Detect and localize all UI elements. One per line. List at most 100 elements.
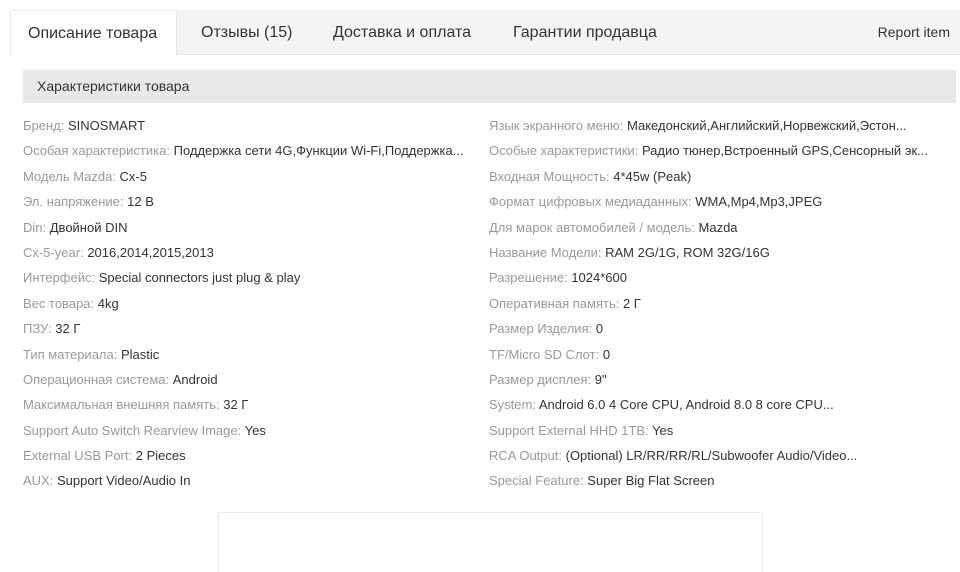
spec-row: Операционная система: Android xyxy=(23,367,483,392)
spec-key: Формат цифровых медиаданных: xyxy=(489,194,692,210)
spec-value: Поддержка сети 4G,Функции Wi-Fi,Поддержк… xyxy=(173,143,464,159)
spec-row: Cx-5-year: 2016,2014,2015,2013 xyxy=(23,240,483,265)
tab-reviews[interactable]: Отзывы (15) xyxy=(201,10,293,55)
spec-key: Support Auto Switch Rearview Image: xyxy=(23,422,242,438)
spec-row: Интерфейс: Special connectors just plug … xyxy=(23,265,483,290)
specs-right-column: Язык экранного меню: Македонский,Английс… xyxy=(489,113,939,494)
spec-key: Язык экранного меню: xyxy=(489,118,624,133)
spec-row: Максимальная внешняя память: 32 Г xyxy=(23,392,483,417)
tab-description[interactable]: Описание товара xyxy=(10,10,178,56)
spec-key: Максимальная внешняя память: xyxy=(23,397,220,413)
spec-value: Android xyxy=(172,371,218,387)
spec-value: Cx-5 xyxy=(119,168,147,184)
spec-row: Особая характеристика: Поддержка сети 4G… xyxy=(23,138,483,163)
spec-row: Входная Мощность: 4*45w (Peak) xyxy=(489,164,939,189)
spec-row: System: Android 6.0 4 Core CPU, Android … xyxy=(489,392,939,417)
description-content-box xyxy=(218,512,763,572)
spec-row: Язык экранного меню: Македонский,Английс… xyxy=(489,113,939,138)
spec-key: Название Модели: xyxy=(489,244,602,260)
report-item-link[interactable]: Report item xyxy=(878,10,950,55)
spec-row: RCA Output: (Optional) LR/RR/RR/RL/Subwo… xyxy=(489,443,939,468)
spec-key: Тип материала: xyxy=(23,346,118,362)
spec-value: SINOSMART xyxy=(68,118,146,133)
spec-row: Особые характеристики: Радио тюнер,Встро… xyxy=(489,138,939,163)
spec-row: Support External HHD 1TB: Yes xyxy=(489,418,939,443)
specifications-header: Характеристики товара xyxy=(23,70,956,103)
spec-key: Особые характеристики: xyxy=(489,143,639,159)
spec-key: External USB Port: xyxy=(23,448,133,464)
tab-guarantees[interactable]: Гарантии продавца xyxy=(513,10,657,55)
spec-row: Support Auto Switch Rearview Image: Yes xyxy=(23,418,483,443)
spec-key: Эл. напряжение: xyxy=(23,194,124,210)
spec-value: Super Big Flat Screen xyxy=(587,473,715,489)
spec-key: RCA Output: xyxy=(489,448,562,464)
spec-key: Операционная система: xyxy=(23,371,170,387)
spec-row: Бренд: SINOSMART xyxy=(23,113,483,138)
spec-value: Mazda xyxy=(698,219,738,235)
spec-key: Special Feature: xyxy=(489,473,584,489)
spec-value: 2 Г xyxy=(622,295,641,311)
spec-key: Вес товара: xyxy=(23,295,95,311)
spec-value: Yes xyxy=(244,422,266,438)
spec-value: 9" xyxy=(594,371,607,387)
spec-key: Бренд: xyxy=(23,118,65,133)
spec-key: Support External HHD 1TB: xyxy=(489,422,649,438)
spec-row: Special Feature: Super Big Flat Screen xyxy=(489,468,939,493)
spec-row: External USB Port: 2 Pieces xyxy=(23,443,483,468)
spec-row: Оперативная память: 2 Г xyxy=(489,291,939,316)
spec-key: Для марок автомобилей / модель: xyxy=(489,219,695,235)
tab-delivery[interactable]: Доставка и оплата xyxy=(333,10,471,55)
spec-value: 4*45w (Peak) xyxy=(613,168,692,184)
spec-row: Формат цифровых медиаданных: WMA,Mp4,Mp3… xyxy=(489,189,939,214)
spec-value: 0 xyxy=(602,346,611,362)
spec-row: Din: Двойной DIN xyxy=(23,215,483,240)
spec-value: WMA,Mp4,Mp3,JPEG xyxy=(695,194,823,210)
spec-row: Модель Mazda: Cx-5 xyxy=(23,164,483,189)
spec-key: Разрешение: xyxy=(489,270,568,286)
spec-row: Вес товара: 4kg xyxy=(23,291,483,316)
spec-value: Македонский,Английский,Норвежский,Эстон.… xyxy=(627,118,907,133)
spec-value: 1024*600 xyxy=(571,270,627,286)
spec-value: Двойной DIN xyxy=(49,219,128,235)
spec-value: 2016,2014,2015,2013 xyxy=(87,244,214,260)
spec-key: ПЗУ: xyxy=(23,321,52,337)
spec-key: AUX: xyxy=(23,473,54,489)
spec-key: Размер дисплея: xyxy=(489,371,592,387)
spec-key: Din: xyxy=(23,219,47,235)
spec-row: Размер Изделия: 0 xyxy=(489,316,939,341)
spec-value: (Optional) LR/RR/RR/RL/Subwoofer Audio/V… xyxy=(565,448,858,464)
spec-row: Для марок автомобилей / модель: Mazda xyxy=(489,215,939,240)
spec-value: Android 6.0 4 Core CPU, Android 8.0 8 co… xyxy=(538,397,834,413)
spec-value: Plastic xyxy=(120,346,160,362)
spec-key: TF/Micro SD Слот: xyxy=(489,346,600,362)
spec-row: Эл. напряжение: 12 В xyxy=(23,189,483,214)
spec-key: Модель Mazda: xyxy=(23,168,116,184)
spec-key: Входная Мощность: xyxy=(489,168,610,184)
spec-value: RAM 2G/1G, ROM 32G/16G xyxy=(605,244,770,260)
spec-value: Special connectors just plug & play xyxy=(98,270,301,286)
spec-value: 32 Г xyxy=(223,397,249,413)
spec-value: 32 Г xyxy=(55,321,81,337)
spec-value: 2 Pieces xyxy=(135,448,186,464)
spec-key: Особая характеристика: xyxy=(23,143,170,159)
spec-key: System: xyxy=(489,397,536,413)
spec-key: Оперативная память: xyxy=(489,295,620,311)
spec-row: ПЗУ: 32 Г xyxy=(23,316,483,341)
spec-value: 12 В xyxy=(127,194,154,210)
spec-value: Support Video/Audio In xyxy=(56,473,191,489)
spec-key: Cx-5-year: xyxy=(23,244,84,260)
spec-value: Радио тюнер,Встроенный GPS,Сенсорный эк.… xyxy=(641,143,928,159)
spec-row: TF/Micro SD Слот: 0 xyxy=(489,342,939,367)
spec-row: AUX: Support Video/Audio In xyxy=(23,468,483,493)
spec-row: Название Модели: RAM 2G/1G, ROM 32G/16G xyxy=(489,240,939,265)
spec-key: Размер Изделия: xyxy=(489,321,593,337)
spec-row: Тип материала: Plastic xyxy=(23,342,483,367)
spec-value: Yes xyxy=(652,422,674,438)
spec-value: 0 xyxy=(595,321,604,337)
spec-row: Разрешение: 1024*600 xyxy=(489,265,939,290)
spec-row: Размер дисплея: 9" xyxy=(489,367,939,392)
tab-bar: Описание товара Отзывы (15) Доставка и о… xyxy=(10,10,960,56)
specs-left-column: Бренд: SINOSMART Особая характеристика: … xyxy=(23,113,483,494)
spec-value: 4kg xyxy=(97,295,119,311)
spec-key: Интерфейс: xyxy=(23,270,96,286)
